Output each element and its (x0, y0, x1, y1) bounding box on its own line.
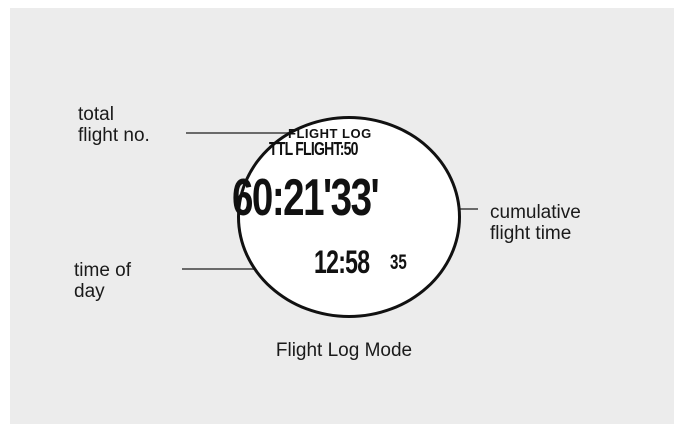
caption-text: Flight Log Mode (275, 340, 413, 361)
total-flight-number-label: total flight no. (78, 104, 150, 146)
cumulative-flight-time-label: cumulative flight time (490, 202, 581, 244)
time-of-day-readout: 12:58 (314, 244, 370, 280)
time-of-day-seconds-readout: 35 (390, 251, 407, 274)
cumulative-flight-time-readout: 60:21ʹ33ʹ (232, 169, 380, 227)
figure: total flight no. cumulative flight time … (0, 0, 674, 424)
figure-caption: Flight Log Mode (0, 340, 674, 362)
total-flight-number-leader (186, 132, 288, 134)
total-flight-count-readout: TTL FLIGHT:50 (269, 139, 358, 159)
time-of-day-label: time of day (74, 260, 132, 302)
